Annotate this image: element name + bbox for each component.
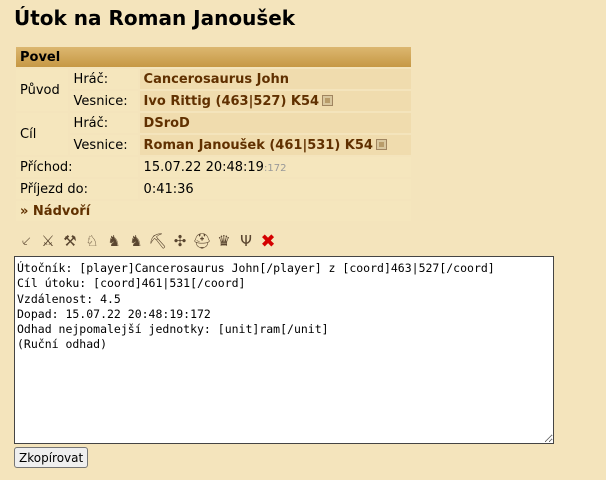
noble-icon[interactable]: ♛ — [214, 231, 234, 251]
target-player-label: Hráč: — [69, 113, 138, 133]
target-player-cell: DSroD — [139, 113, 411, 133]
light-cavalry-icon[interactable]: ♞ — [104, 231, 124, 251]
arrival-cell: 15.07.22 20:48:19:172 — [139, 157, 411, 177]
target-village-label: Vesnice: — [69, 135, 138, 155]
table-header: Povel — [16, 47, 411, 67]
arrival-value: 15.07.22 20:48:19 — [143, 159, 264, 175]
spear-icon[interactable]: ⸔ — [16, 231, 36, 251]
page-title: Útok na Roman Janoušek — [14, 6, 296, 30]
target-village-link[interactable]: Roman Janoušek (461|531) K54 — [144, 138, 373, 153]
courtyard-cell: » Nádvoří — [16, 201, 411, 221]
target-label: Cíl — [16, 113, 68, 155]
arrival-label: Příchod: — [16, 157, 138, 177]
village-info-icon[interactable] — [322, 94, 334, 106]
attack-page: Útok na Roman Janoušek Povel Původ Hráč:… — [0, 0, 606, 480]
scout-icon[interactable]: ♘ — [82, 231, 102, 251]
origin-village-label: Vesnice: — [69, 91, 138, 111]
origin-player-link[interactable]: Cancerosaurus John — [144, 72, 289, 87]
origin-label: Původ — [16, 69, 68, 111]
ram-icon[interactable]: ⛏ — [148, 231, 168, 251]
origin-player-label: Hráč: — [69, 69, 138, 89]
origin-village-link[interactable]: Ivo Rittig (463|527) K54 — [144, 94, 320, 109]
close-icon[interactable]: ✖ — [258, 231, 278, 252]
bbcode-textarea[interactable]: Útočník: [player]Cancerosaurus John[/pla… — [14, 256, 554, 444]
axe-icon[interactable]: ⚒ — [60, 231, 80, 251]
heavy-cavalry-icon[interactable]: ♞ — [126, 231, 146, 251]
target-player-link[interactable]: DSroD — [144, 116, 190, 131]
arrive-in-label: Příjezd do: — [16, 179, 138, 199]
pitchfork-icon[interactable]: Ψ — [236, 231, 256, 251]
arrive-in-value: 0:41:36 — [139, 179, 411, 199]
target-village-cell: Roman Janoušek (461|531) K54 — [139, 135, 411, 155]
copy-button[interactable]: Zkopírovat — [14, 447, 89, 468]
origin-player-cell: Cancerosaurus John — [139, 69, 411, 89]
catapult-icon[interactable]: ✣ — [170, 231, 190, 251]
origin-village-cell: Ivo Rittig (463|527) K54 — [139, 91, 411, 111]
knight-icon[interactable]: ⛑ — [192, 231, 212, 251]
unit-icon-bar: ⸔ ⚔ ⚒ ♘ ♞ ♞ ⛏ ✣ ⛑ ♛ Ψ ✖ — [16, 230, 278, 252]
village-info-icon[interactable] — [375, 138, 387, 150]
command-table: Povel Původ Hráč: Cancerosaurus John Ves… — [14, 45, 413, 223]
courtyard-link[interactable]: » Nádvoří — [20, 204, 90, 219]
arrival-ms: :172 — [263, 162, 287, 174]
sword-icon[interactable]: ⚔ — [38, 231, 58, 251]
